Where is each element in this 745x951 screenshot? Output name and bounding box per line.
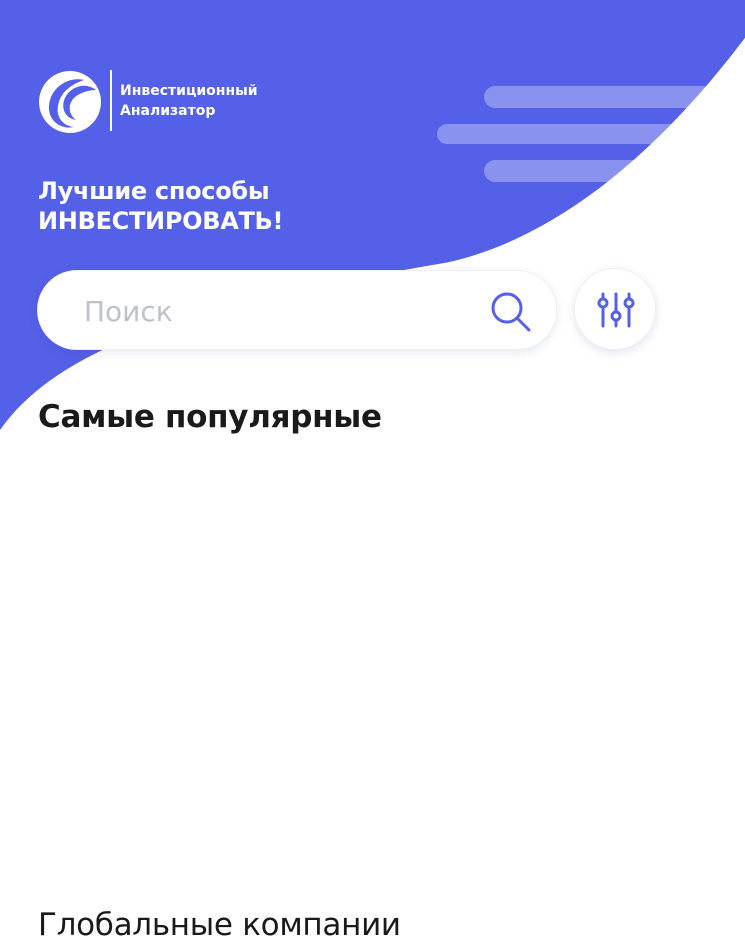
- hero-headline: Лучшие способы ИНВЕСТИРОВАТЬ!: [38, 176, 284, 236]
- search-icon[interactable]: [489, 290, 533, 334]
- section-title-global: Глобальные компании: [38, 907, 401, 943]
- app-brand-name: Инвестиционный Анализатор: [120, 81, 258, 121]
- hero-line-2: ИНВЕСТИРОВАТЬ!: [38, 207, 284, 235]
- brand-line-2: Анализатор: [120, 103, 216, 119]
- decor-stripe-1: [484, 86, 714, 108]
- popular-list: [38, 450, 708, 870]
- filter-button[interactable]: [574, 268, 656, 350]
- brand-line-1: Инвестиционный: [120, 83, 258, 99]
- sliders-icon: [597, 292, 635, 328]
- search-bar[interactable]: [37, 270, 557, 350]
- search-input[interactable]: [82, 289, 466, 333]
- orbit-logo-icon: [39, 71, 101, 133]
- logo-divider: [110, 70, 112, 131]
- section-title-popular: Самые популярные: [38, 399, 382, 435]
- hero-line-1: Лучшие способы: [38, 177, 270, 205]
